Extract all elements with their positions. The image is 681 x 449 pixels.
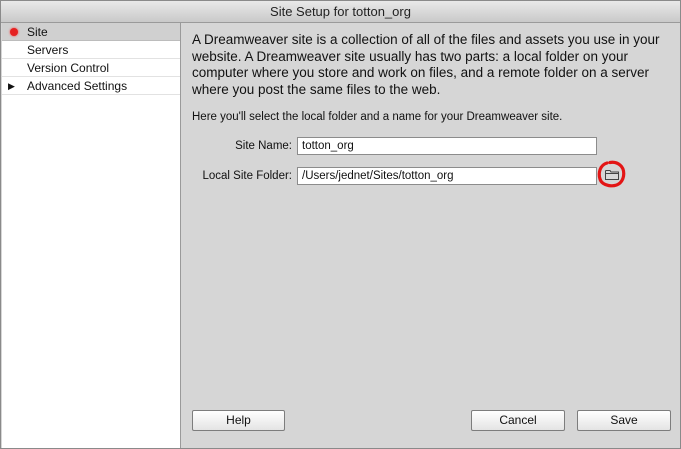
disclosure-triangle-icon[interactable]: ▶ (8, 77, 15, 95)
site-panel: A Dreamweaver site is a collection of al… (182, 23, 680, 448)
red-circle-annotation-icon (597, 160, 626, 188)
sidebar-item-label: Site (27, 25, 48, 39)
sidebar-item-label: Servers (27, 43, 69, 57)
sidebar-item-advanced-settings[interactable]: ▶ Advanced Settings (2, 77, 180, 95)
site-name-input[interactable] (297, 137, 597, 155)
sidebar-item-label: Version Control (27, 61, 110, 75)
sidebar-item-version-control[interactable]: Version Control (2, 59, 180, 77)
hint-text: Here you'll select the local folder and … (192, 111, 563, 123)
intro-text: A Dreamweaver site is a collection of al… (192, 32, 660, 97)
site-setup-dialog: Site Setup for totton_org Site Servers V… (0, 0, 681, 449)
window-title: Site Setup for totton_org (1, 1, 680, 23)
cancel-button[interactable]: Cancel (471, 410, 565, 431)
selected-indicator-icon (10, 28, 18, 36)
site-name-label: Site Name: (235, 140, 292, 152)
local-site-folder-label: Local Site Folder: (202, 170, 293, 182)
sidebar-item-label: Advanced Settings (27, 79, 128, 93)
local-site-folder-input[interactable] (297, 167, 597, 185)
help-button[interactable]: Help (192, 410, 285, 431)
category-sidebar: Site Servers Version Control ▶ Advanced … (2, 23, 181, 448)
sidebar-item-site[interactable]: Site (2, 23, 180, 41)
sidebar-item-servers[interactable]: Servers (2, 41, 180, 59)
save-button[interactable]: Save (577, 410, 671, 431)
